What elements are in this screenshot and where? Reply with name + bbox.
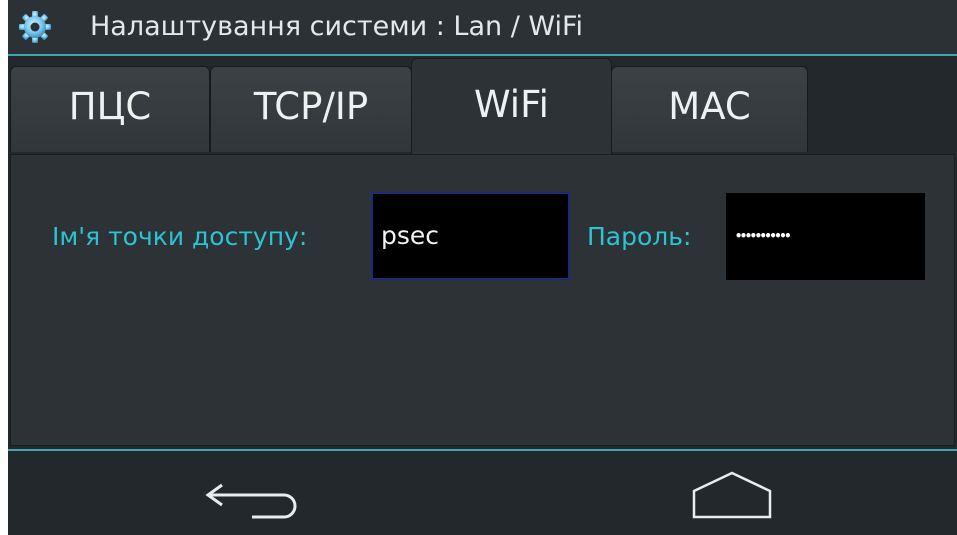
- tab-label: WiFi: [474, 83, 549, 126]
- password-label: Пароль:: [587, 222, 692, 251]
- tab-mac[interactable]: MAC: [611, 66, 808, 152]
- tab-pcs[interactable]: ПЦС: [10, 66, 210, 152]
- ssid-value: psec: [381, 221, 440, 250]
- screen: Налаштування системи : Lan / WiFi ПЦС TC…: [8, 0, 957, 535]
- ssid-input[interactable]: psec: [371, 192, 570, 280]
- home-icon[interactable]: [690, 471, 776, 521]
- wifi-settings-panel: Ім'я точки доступу: psec Пароль: •••••••…: [10, 154, 955, 446]
- tab-label: MAC: [668, 85, 751, 128]
- tab-strip: ПЦС TCP/IP MAC WiFi: [8, 56, 957, 154]
- password-input[interactable]: •••••••••••: [726, 193, 925, 280]
- password-value: •••••••••••: [735, 229, 791, 243]
- navigation-bar: [8, 451, 957, 535]
- back-arrow-icon[interactable]: [204, 471, 304, 523]
- window-title: Налаштування системи : Lan / WiFi: [90, 11, 584, 42]
- tab-tcp-ip[interactable]: TCP/IP: [210, 66, 412, 152]
- gear-icon: [18, 10, 52, 44]
- title-bar: Налаштування системи : Lan / WiFi: [8, 0, 957, 54]
- ssid-label: Ім'я точки доступу:: [52, 222, 308, 251]
- tab-wifi[interactable]: WiFi: [411, 58, 612, 154]
- tab-label: TCP/IP: [253, 85, 369, 128]
- tab-label: ПЦС: [68, 85, 152, 128]
